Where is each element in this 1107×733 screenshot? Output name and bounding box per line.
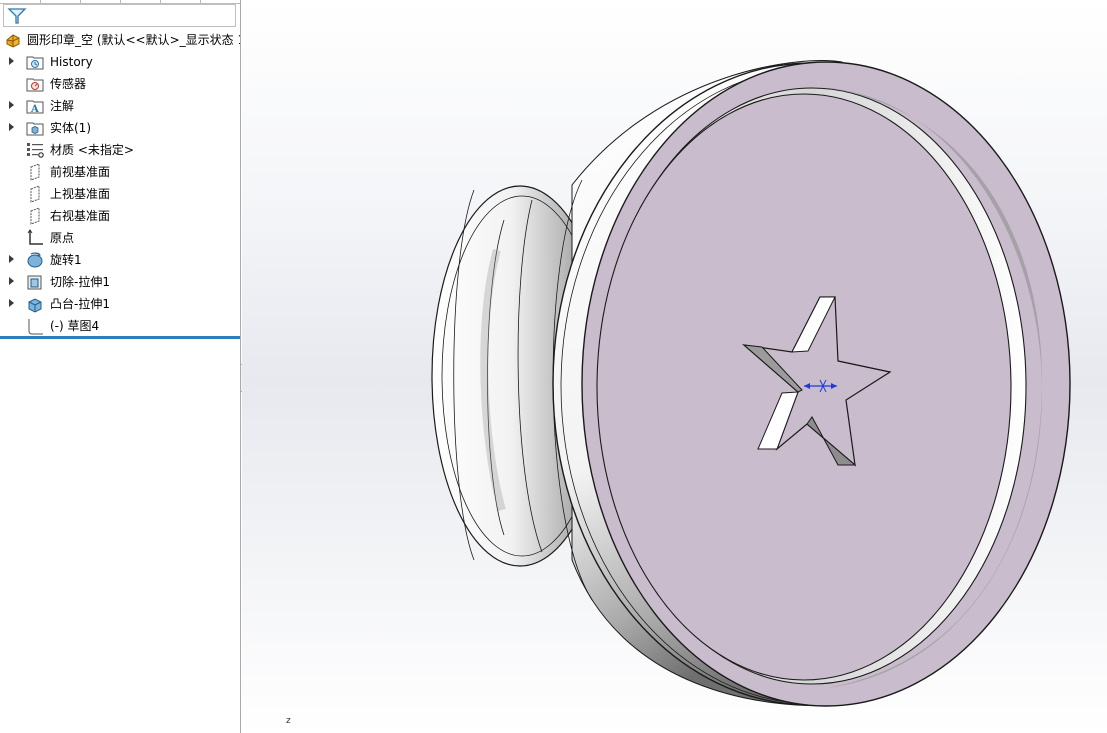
tree-item-sketch4[interactable]: (-) 草图4 <box>0 315 240 337</box>
sketch-icon <box>28 319 43 335</box>
tree-item-label: 实体(1) <box>50 121 91 135</box>
funnel-icon[interactable] <box>7 7 27 25</box>
tree-item-label: 传感器 <box>50 77 87 91</box>
graphics-viewport[interactable]: z <box>242 0 1107 733</box>
tree-item-cut-extrude1[interactable]: 切除-拉伸1 <box>0 271 240 293</box>
sensors-folder-icon <box>26 78 44 92</box>
tree-item-label: 上视基准面 <box>50 187 111 201</box>
tree-item-label: 凸台-拉伸1 <box>50 297 110 311</box>
plane-icon <box>30 185 40 203</box>
tree-item-solid-bodies[interactable]: 实体(1) <box>0 117 240 139</box>
tree-item-label: 材质 <未指定> <box>50 143 134 157</box>
tree-root-label: 圆形印章_空 (默认<<默认>_显示状态 1 <box>27 33 241 47</box>
tree-item-history[interactable]: History <box>0 51 240 73</box>
rollback-bar[interactable] <box>0 336 240 339</box>
origin-icon <box>27 229 43 245</box>
tree-item-label: (-) 草图4 <box>50 319 100 333</box>
history-folder-icon <box>26 56 44 70</box>
tree-item-annotations[interactable]: A 注解 <box>0 95 240 117</box>
tree-item-revolve1[interactable]: 旋转1 <box>0 249 240 271</box>
tree-item-sensors[interactable]: 传感器 <box>0 73 240 95</box>
tree-item-label: 切除-拉伸1 <box>50 275 110 289</box>
annotations-folder-icon: A <box>26 100 44 115</box>
solid-bodies-folder-icon <box>26 122 44 136</box>
expand-arrow-icon[interactable] <box>9 299 14 307</box>
expand-arrow-icon[interactable] <box>9 101 14 109</box>
tree-item-origin[interactable]: 原点 <box>0 227 240 249</box>
cut-extrude-icon <box>27 275 42 290</box>
svg-text:A: A <box>30 104 39 115</box>
material-icon <box>27 143 44 158</box>
expand-arrow-icon[interactable] <box>9 123 14 131</box>
plane-icon <box>30 207 40 225</box>
plane-icon <box>30 163 40 181</box>
part-icon <box>6 34 20 48</box>
expand-arrow-icon[interactable] <box>9 255 14 263</box>
revolve-icon <box>27 252 43 268</box>
tree-item-label: 前视基准面 <box>50 165 111 179</box>
stamp-model[interactable] <box>242 0 1107 733</box>
feature-manager-tree: 圆形印章_空 (默认<<默认>_显示状态 1 History 传感器 A 注解 <box>0 0 241 733</box>
expand-arrow-icon[interactable] <box>9 57 14 65</box>
tree-filter-input[interactable] <box>3 4 236 27</box>
boss-extrude-icon <box>28 298 42 313</box>
tree-item-right-plane[interactable]: 右视基准面 <box>0 205 240 227</box>
tree-item-label: 注解 <box>50 99 75 113</box>
tree-item-label: 旋转1 <box>50 253 82 267</box>
expand-arrow-icon[interactable] <box>9 277 14 285</box>
tree-item-label: 原点 <box>50 231 75 245</box>
tree-item-label: 右视基准面 <box>50 209 111 223</box>
tree-item-boss-extrude1[interactable]: 凸台-拉伸1 <box>0 293 240 315</box>
tree-item-material[interactable]: 材质 <未指定> <box>0 139 240 161</box>
view-triad-z-label: z <box>286 716 291 726</box>
tree-item-front-plane[interactable]: 前视基准面 <box>0 161 240 183</box>
tree-item-top-plane[interactable]: 上视基准面 <box>0 183 240 205</box>
tree-item-label: History <box>50 55 93 69</box>
tree-root-part[interactable]: 圆形印章_空 (默认<<默认>_显示状态 1 <box>0 29 240 51</box>
